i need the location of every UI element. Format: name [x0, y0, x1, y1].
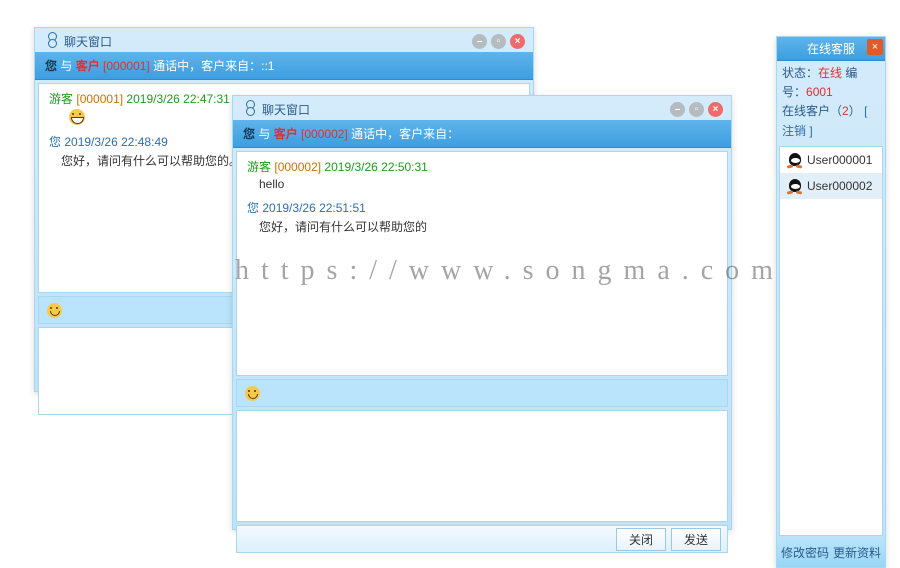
customer-id: [000002] — [301, 127, 348, 141]
minimize-icon[interactable]: – — [670, 102, 685, 117]
chat-header: 您 与 客户 [000001] 通话中，客户来自：::1 — [35, 52, 533, 80]
panel-status: 状态：在线 编号：6001 在线客户（2） [ 注销 ] — [777, 61, 885, 144]
maximize-icon[interactable]: ▫ — [491, 34, 506, 49]
qq-icon — [788, 153, 802, 167]
titlebar[interactable]: 聊天窗口 — [35, 28, 533, 52]
minimize-icon[interactable]: – — [472, 34, 487, 49]
user-item[interactable]: User000001 — [780, 147, 882, 173]
customer-id: [000001] — [103, 59, 150, 73]
emoji-button-icon[interactable] — [245, 386, 260, 401]
panel-close-icon[interactable]: × — [867, 39, 883, 55]
maximize-icon[interactable]: ▫ — [689, 102, 704, 117]
emoji-bar — [236, 379, 728, 407]
chat-icon — [243, 102, 257, 116]
panel-header: 在线客服 × — [777, 37, 885, 61]
qq-icon — [788, 179, 802, 193]
update-profile-link[interactable]: 更新资料 — [833, 544, 881, 561]
chat-window-2: 聊天窗口 – ▫ × 您 与 客户 [000002] 通话中，客户来自： 游客 … — [232, 95, 732, 530]
title: 聊天窗口 — [262, 101, 310, 118]
message-area: 游客 [000002] 2019/3/26 22:50:31 hello 您 2… — [236, 151, 728, 376]
grin-emoji-icon — [69, 109, 85, 125]
text-input[interactable] — [236, 410, 728, 522]
footer-bar: 关闭 发送 — [236, 525, 728, 553]
chat-header: 您 与 客户 [000002] 通话中，客户来自： — [233, 120, 731, 148]
user-item[interactable]: User000002 — [780, 173, 882, 199]
agent-panel: 在线客服 × 状态：在线 编号：6001 在线客户（2） [ 注销 ] User… — [776, 36, 886, 568]
chat-icon — [45, 34, 59, 48]
close-button[interactable]: 关闭 — [616, 528, 666, 551]
emoji-button-icon[interactable] — [47, 303, 62, 318]
user-list: User000001 User000002 — [779, 146, 883, 536]
close-icon[interactable]: × — [708, 102, 723, 117]
send-button[interactable]: 发送 — [671, 528, 721, 551]
window-buttons: – ▫ × — [670, 102, 723, 117]
title: 聊天窗口 — [64, 33, 112, 50]
from-addr: ::1 — [261, 59, 274, 73]
close-icon[interactable]: × — [510, 34, 525, 49]
panel-footer: 修改密码 更新资料 — [777, 538, 885, 567]
window-buttons: – ▫ × — [472, 34, 525, 49]
titlebar[interactable]: 聊天窗口 — [233, 96, 731, 120]
change-password-link[interactable]: 修改密码 — [781, 544, 829, 561]
